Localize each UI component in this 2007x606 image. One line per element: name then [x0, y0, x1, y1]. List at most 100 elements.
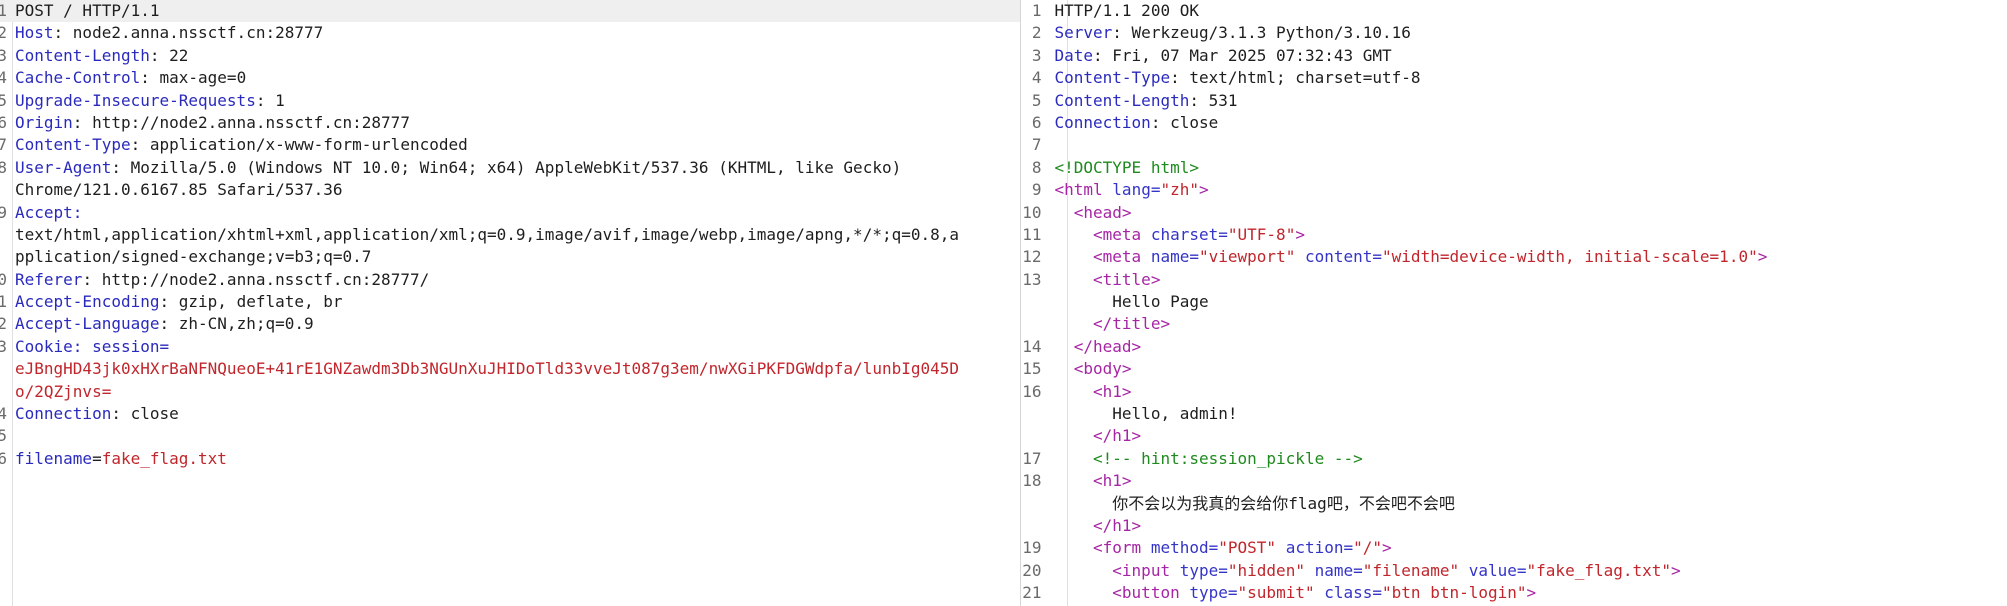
request-body[interactable]: 6filename=fake_flag.txt [0, 448, 1020, 470]
header-continuation[interactable]: Chrome/121.0.6167.85 Safari/537.36 [0, 179, 1020, 201]
line-number: 1 [0, 291, 7, 313]
request-header[interactable]: 0Referer: http://node2.anna.nssctf.cn:28… [0, 269, 1020, 291]
cookie-value-continued: o/2QZjnvs= [15, 381, 112, 401]
html-line[interactable]: Hello Page [1021, 291, 2007, 313]
html-line[interactable]: 9 <html lang="zh"> [1021, 179, 2007, 201]
attr-name: value= [1468, 560, 1527, 580]
request-header[interactable]: 8User-Agent: Mozilla/5.0 (Windows NT 10.… [0, 157, 1020, 179]
html-line[interactable]: </h1> [1021, 425, 2007, 447]
request-header[interactable]: 3Cookie: session= [0, 336, 1020, 358]
line-number: 4 [0, 67, 7, 89]
line-number: 13 [1022, 269, 1042, 289]
attr-value: "hidden" [1227, 560, 1305, 580]
response-header[interactable]: 2 Server: Werkzeug/3.1.3 Python/3.10.16 [1021, 22, 2007, 44]
html-line[interactable]: </title> [1021, 313, 2007, 335]
html-line[interactable]: 8 <!DOCTYPE html> [1021, 157, 2007, 179]
meta-tag: <meta [1093, 224, 1142, 244]
request-header[interactable]: 4Connection: close [0, 403, 1020, 425]
header-name: Accept-Language [15, 314, 160, 334]
request-line[interactable]: 1 POST / HTTP/1.1 [0, 0, 1021, 23]
html-line[interactable]: 17 <!-- hint:session_pickle --> [1021, 448, 2007, 470]
header-value: 531 [1208, 90, 1238, 110]
html-line[interactable]: 16 <h1> [1021, 381, 2007, 403]
header-continuation[interactable]: eJBngHD43jk0xHXrBaNFNQueoE+41rE1GNZawdm3… [0, 358, 1020, 380]
header-value-continued: pplication/signed-exchange;v=b3;q=0.7 [15, 247, 372, 267]
h1-close-tag: </h1> [1093, 515, 1142, 535]
blank-line[interactable]: 5 [0, 425, 1020, 447]
request-header[interactable]: 2Host: node2.anna.nssctf.cn:28777 [0, 22, 1020, 44]
request-header[interactable]: 3Content-Length: 22 [0, 45, 1020, 67]
request-start-line: POST / HTTP/1.1 [15, 1, 160, 20]
line-number: 1 [0, 0, 7, 22]
html-tag: <html [1054, 180, 1103, 200]
line-number: 7 [1031, 135, 1042, 155]
html-line[interactable]: 20 <input type="hidden" name="filename" … [1021, 560, 2007, 582]
html-line[interactable]: Hello, admin! [1021, 403, 2007, 425]
header-continuation[interactable]: pplication/signed-exchange;v=b3;q=0.7 [0, 246, 1020, 268]
response-status-line[interactable]: 1 HTTP/1.1 200 OK [1021, 0, 2007, 22]
request-header[interactable]: 6Origin: http://node2.anna.nssctf.cn:287… [0, 112, 1020, 134]
header-value: Fri, 07 Mar 2025 07:32:43 GMT [1112, 45, 1392, 65]
header-value: zh-CN,zh;q=0.9 [178, 314, 314, 334]
header-continuation[interactable]: o/2QZjnvs= [0, 381, 1020, 403]
html-line[interactable]: 15 <body> [1021, 358, 2007, 380]
request-header[interactable]: 2Accept-Language: zh-CN,zh;q=0.9 [0, 313, 1020, 335]
title-tag: <title> [1093, 269, 1161, 289]
header-name: Date [1054, 45, 1094, 65]
line-number: 6 [0, 448, 7, 470]
header-value: 1 [275, 90, 285, 110]
header-name: Server [1054, 23, 1113, 43]
header-name: User-Agent [15, 157, 112, 177]
line-number: 5 [1031, 90, 1042, 110]
line-number: 8 [0, 157, 7, 179]
request-header[interactable]: 4Cache-Control: max-age=0 [0, 67, 1020, 89]
attr-name: lang= [1112, 180, 1161, 200]
html-line[interactable]: 19 <form method="POST" action="/"> [1021, 537, 2007, 559]
html-line[interactable]: </h1> [1021, 515, 2007, 537]
html-comment: <!-- hint:session_pickle --> [1093, 448, 1363, 468]
line-number: 21 [1022, 583, 1042, 603]
response-header[interactable]: 6 Connection: close [1021, 112, 2007, 134]
html-line[interactable]: 18 <h1> [1021, 470, 2007, 492]
request-pane[interactable]: 1 POST / HTTP/1.1 2Host: node2.anna.nssc… [0, 0, 1022, 606]
html-line[interactable]: 10 <head> [1021, 202, 2007, 224]
h1-tag: <h1> [1093, 471, 1132, 491]
html-line[interactable]: 21 <button type="submit" class="btn btn-… [1021, 582, 2007, 604]
line-number: 8 [1031, 157, 1042, 177]
request-header[interactable]: 9Accept: [0, 202, 1020, 224]
request-header[interactable]: 1Accept-Encoding: gzip, deflate, br [0, 291, 1020, 313]
line-number: 10 [1022, 202, 1042, 222]
response-pane[interactable]: 1 HTTP/1.1 200 OK 2 Server: Werkzeug/3.1.3… [1021, 0, 2007, 606]
request-header[interactable]: 7Content-Type: application/x-www-form-ur… [0, 134, 1020, 156]
html-line[interactable]: 你不会以为我真的会给你flag吧，不会吧不会吧 [1021, 493, 2007, 515]
html-line[interactable]: 13 <title> [1021, 269, 2007, 291]
request-header[interactable]: 5Upgrade-Insecure-Requests: 1 [0, 90, 1020, 112]
header-value: Werkzeug/3.1.3 Python/3.10.16 [1131, 23, 1411, 43]
header-name: Host [15, 23, 54, 43]
line-number: 18 [1022, 471, 1042, 491]
line-number: 19 [1022, 538, 1042, 558]
line-number: 20 [1022, 560, 1042, 580]
header-value-continued: text/html,application/xhtml+xml,applicat… [15, 224, 960, 244]
line-number: 2 [0, 22, 7, 44]
response-header[interactable]: 4 Content-Type: text/html; charset=utf-8 [1021, 67, 2007, 89]
response-header[interactable]: 3 Date: Fri, 07 Mar 2025 07:32:43 GMT [1021, 45, 2007, 67]
header-value: application/x-www-form-urlencoded [149, 135, 468, 155]
header-name: Content-Length [1054, 90, 1190, 110]
meta-tag: <meta [1093, 247, 1142, 267]
attr-value: "fake_flag.txt" [1526, 560, 1672, 580]
doctype: <!DOCTYPE html> [1054, 157, 1199, 177]
blank-line[interactable]: 7 [1021, 134, 2007, 156]
header-name: Accept [15, 202, 73, 222]
response-header[interactable]: 5 Content-Length: 531 [1021, 90, 2007, 112]
html-line[interactable]: 12 <meta name="viewport" content="width=… [1021, 246, 2007, 268]
html-line[interactable]: 14 </head> [1021, 336, 2007, 358]
header-name: Connection [15, 404, 112, 424]
title-text: Hello Page [1112, 292, 1209, 312]
form-tag: <form [1093, 538, 1142, 558]
header-continuation[interactable]: text/html,application/xhtml+xml,applicat… [0, 224, 1020, 246]
html-line[interactable]: 11 <meta charset="UTF-8"> [1021, 224, 2007, 246]
line-number: 12 [1022, 247, 1042, 267]
header-value-continued: Chrome/121.0.6167.85 Safari/537.36 [15, 180, 343, 200]
line-number: 3 [0, 45, 7, 67]
